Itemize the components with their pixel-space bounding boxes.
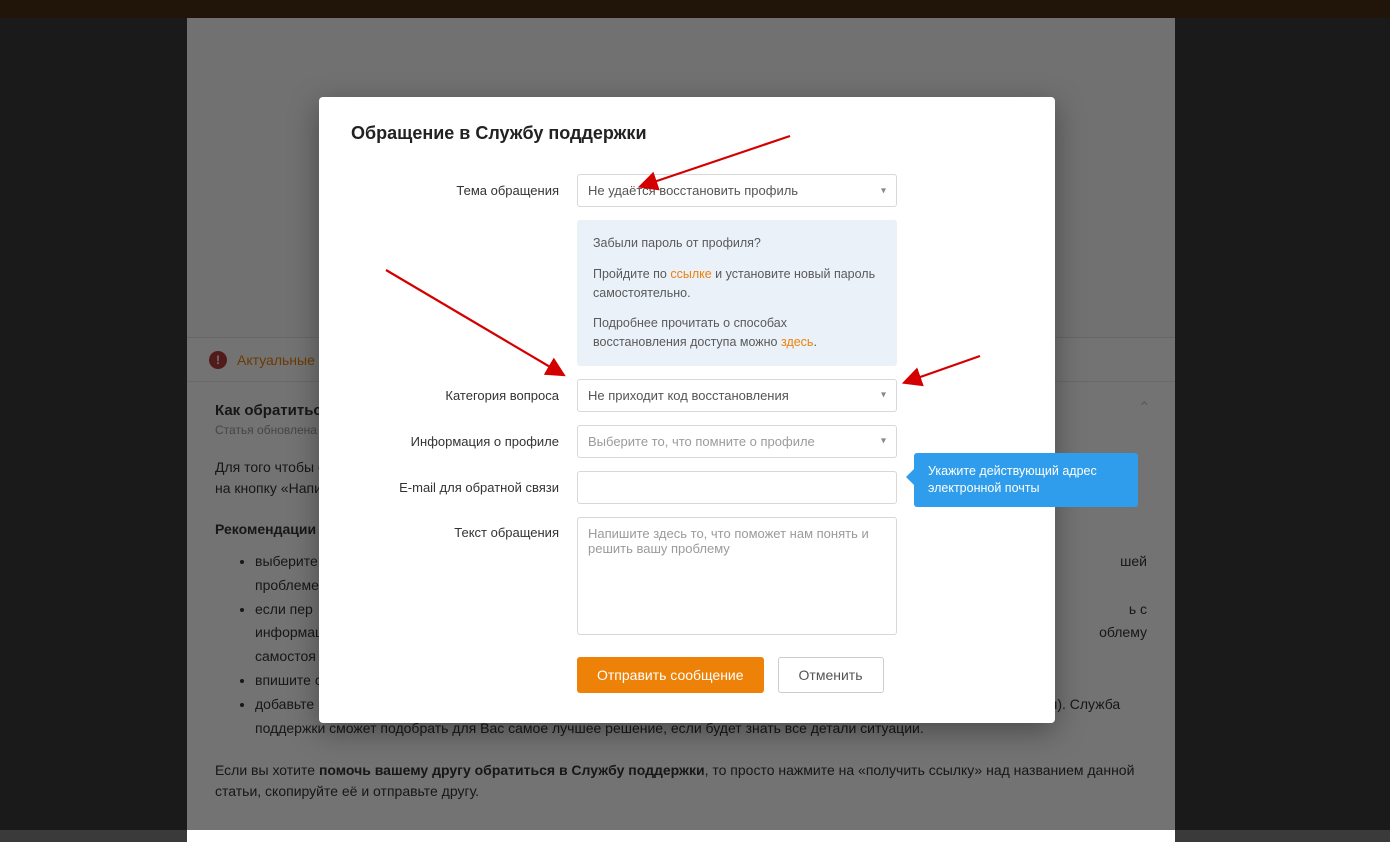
row-category: Категория вопроса Не приходит код восста… bbox=[351, 379, 1023, 412]
submit-button[interactable]: Отправить сообщение bbox=[577, 657, 764, 693]
select-category[interactable]: Не приходит код восстановления ▾ bbox=[577, 379, 897, 412]
select-profile-info-value: Выберите то, что помните о профиле bbox=[588, 434, 815, 449]
chevron-down-icon: ▾ bbox=[881, 390, 886, 401]
label-email: E-mail для обратной связи bbox=[351, 480, 577, 495]
hint-box: Забыли пароль от профиля? Пройдите по сс… bbox=[577, 220, 897, 366]
email-field[interactable] bbox=[577, 471, 897, 504]
select-profile-info[interactable]: Выберите то, что помните о профиле ▾ bbox=[577, 425, 897, 458]
cancel-button[interactable]: Отменить bbox=[778, 657, 884, 693]
modal-title: Обращение в Службу поддержки bbox=[351, 123, 1023, 144]
hint-link-2[interactable]: здесь bbox=[781, 335, 813, 349]
row-topic: Тема обращения Не удаётся восстановить п… bbox=[351, 174, 1023, 207]
label-text: Текст обращения bbox=[351, 517, 577, 540]
message-textarea[interactable] bbox=[577, 517, 897, 635]
select-topic-value: Не удаётся восстановить профиль bbox=[588, 183, 798, 198]
hint-more-paragraph: Подробнее прочитать о способах восстанов… bbox=[593, 314, 881, 352]
email-tooltip: Укажите действующий адрес электронной по… bbox=[914, 453, 1138, 507]
chevron-down-icon: ▾ bbox=[881, 185, 886, 196]
select-topic[interactable]: Не удаётся восстановить профиль ▾ bbox=[577, 174, 897, 207]
label-category: Категория вопроса bbox=[351, 388, 577, 403]
row-hint: Забыли пароль от профиля? Пройдите по сс… bbox=[351, 220, 1023, 366]
hint-link-1[interactable]: ссылке bbox=[670, 267, 711, 281]
label-profile-info: Информация о профиле bbox=[351, 434, 577, 449]
hint-link-paragraph: Пройдите по ссылке и установите новый па… bbox=[593, 265, 881, 303]
modal-actions: Отправить сообщение Отменить bbox=[351, 657, 1023, 693]
support-modal: Обращение в Службу поддержки Тема обраще… bbox=[319, 97, 1055, 723]
row-text: Текст обращения bbox=[351, 517, 1023, 635]
hint-forgot: Забыли пароль от профиля? bbox=[593, 234, 881, 253]
label-topic: Тема обращения bbox=[351, 183, 577, 198]
select-category-value: Не приходит код восстановления bbox=[588, 388, 789, 403]
chevron-down-icon: ▾ bbox=[881, 436, 886, 447]
